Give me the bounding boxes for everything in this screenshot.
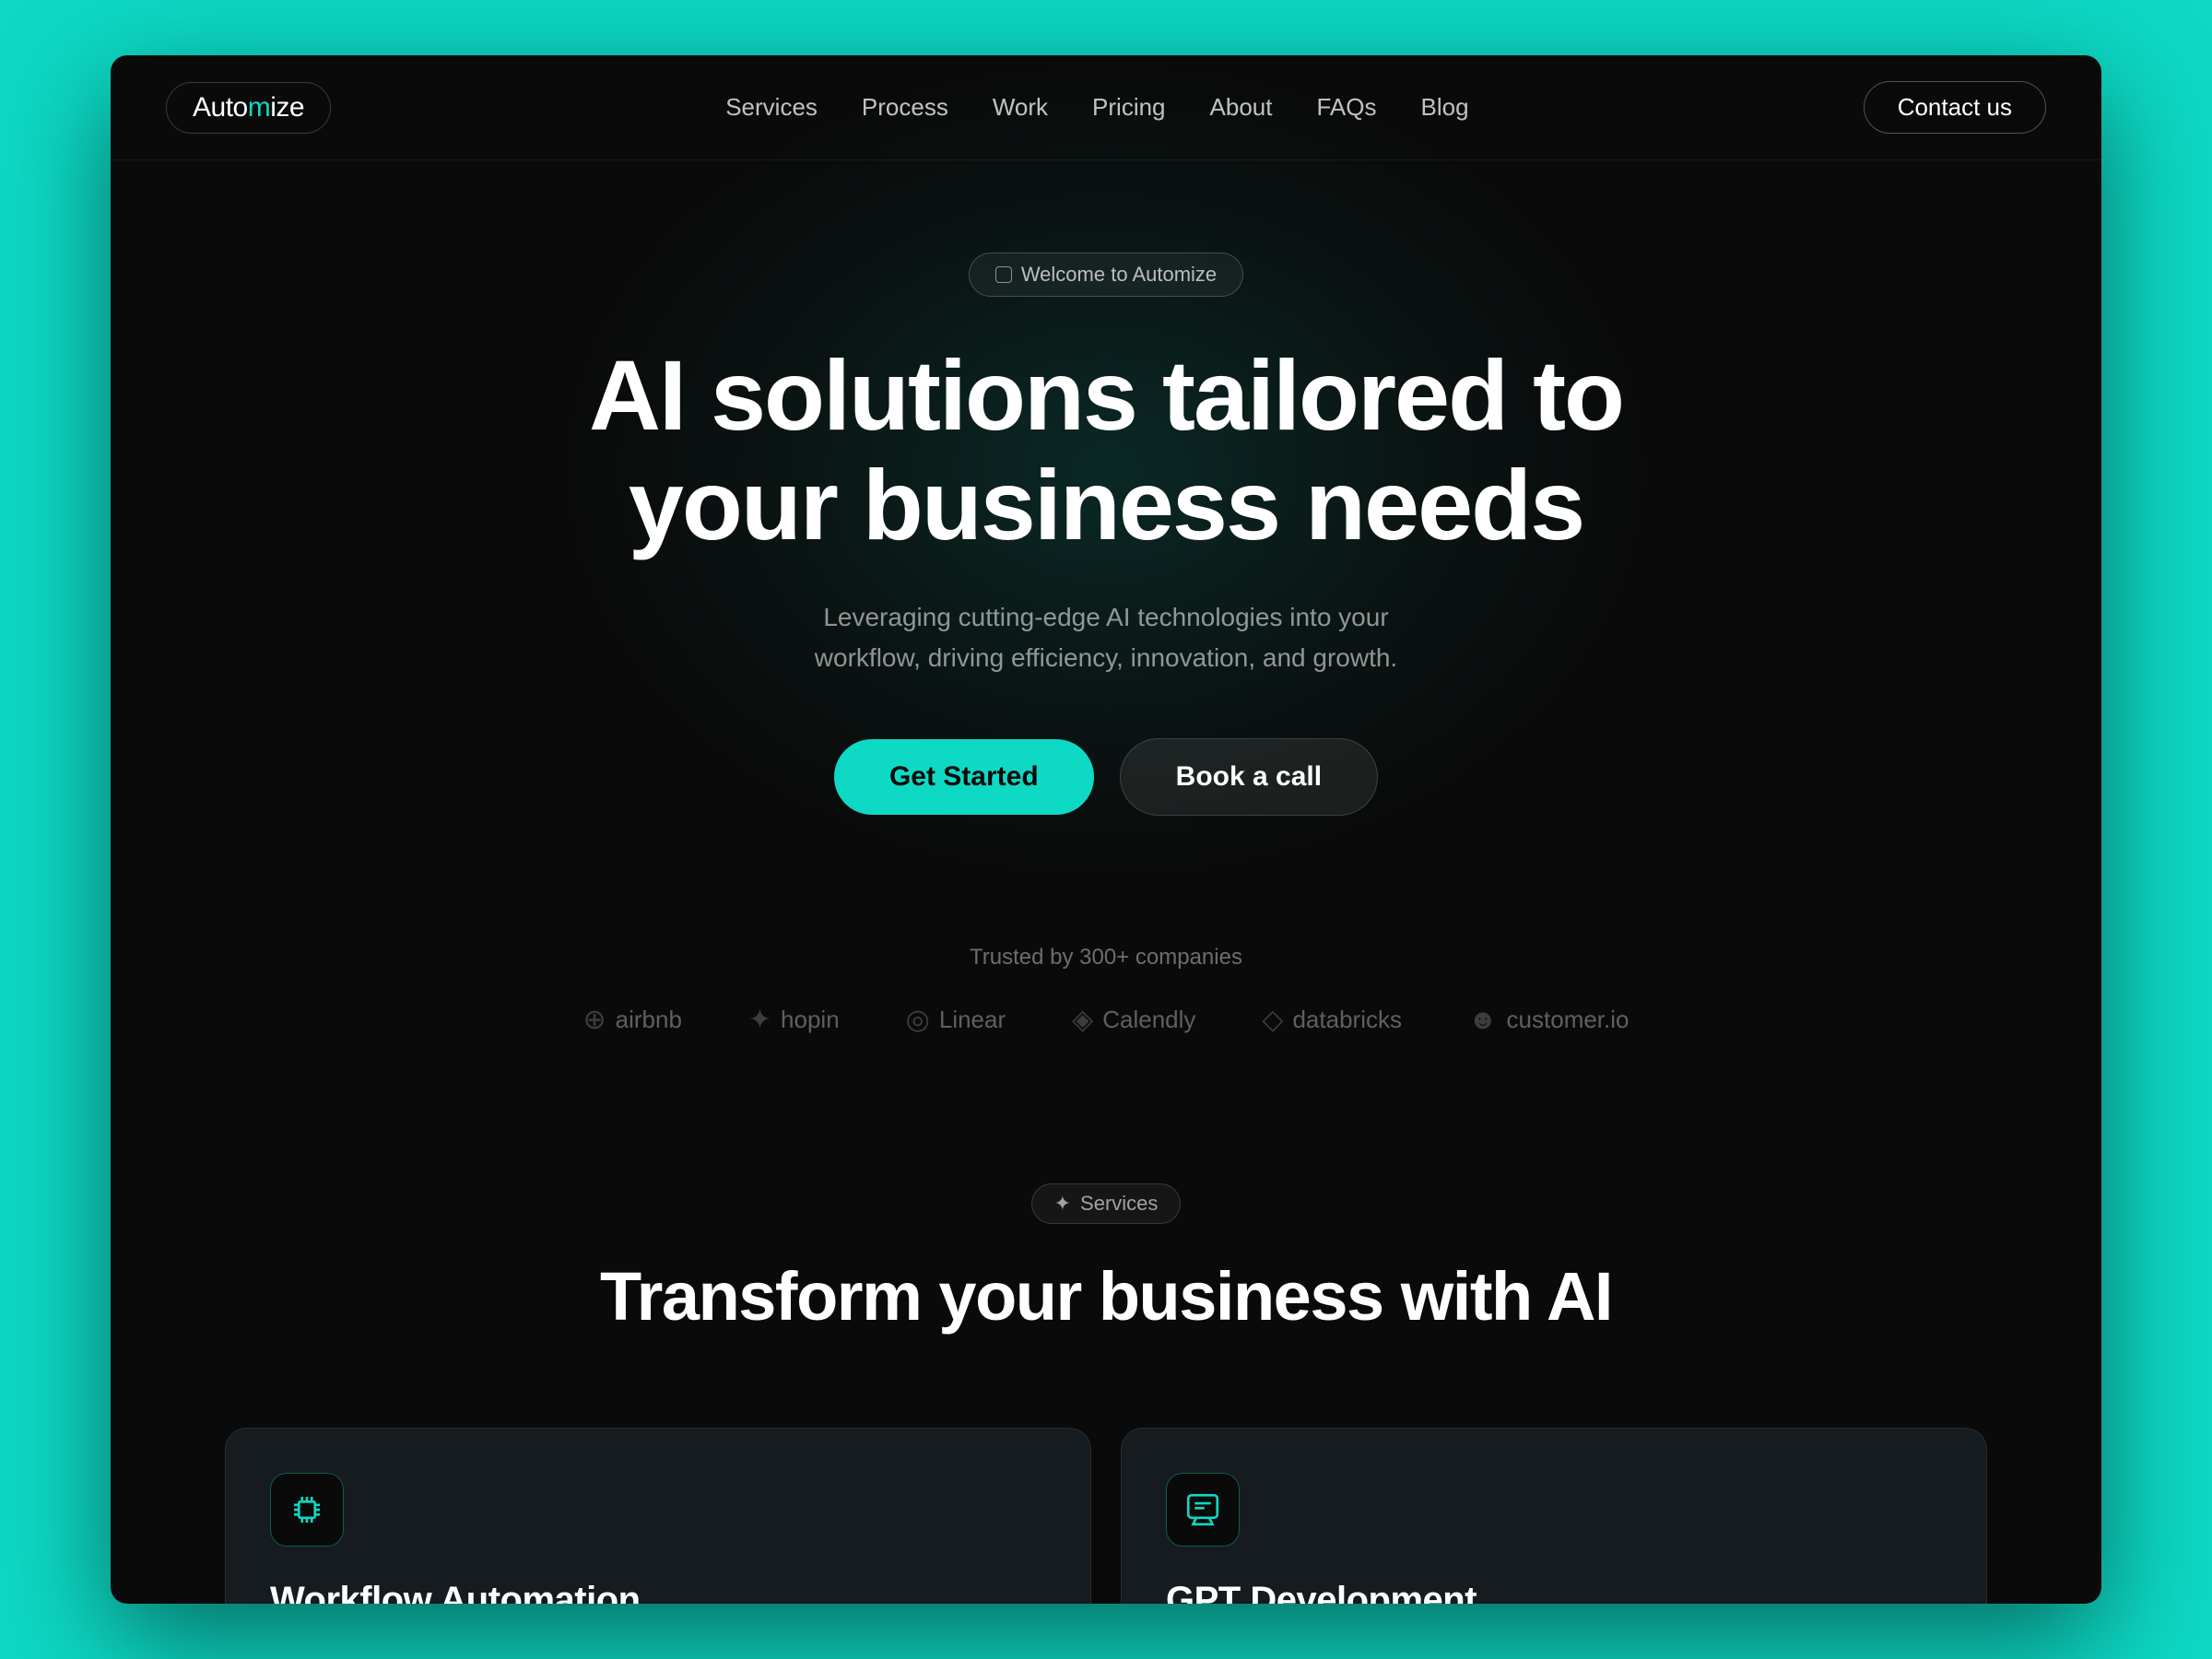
nav-link-blog[interactable]: Blog bbox=[1421, 93, 1469, 122]
nav-link-faqs[interactable]: FAQs bbox=[1316, 93, 1376, 122]
hero-title: AI solutions tailored to your business n… bbox=[553, 341, 1659, 560]
gpt-development-icon-container bbox=[1166, 1473, 1240, 1547]
chip-icon bbox=[288, 1490, 326, 1529]
badge-icon bbox=[995, 266, 1012, 283]
logo-airbnb: ⊕ airbnb bbox=[582, 1004, 681, 1036]
card-workflow-automation[interactable]: Workflow Automation bbox=[225, 1428, 1091, 1604]
browser-window: Automize Services Process Work Pricing A… bbox=[111, 55, 2101, 1604]
card-gpt-development[interactable]: GPT Development bbox=[1121, 1428, 1987, 1604]
customerio-icon: ☻ bbox=[1468, 1005, 1498, 1036]
badge-text: Welcome to Automize bbox=[1021, 263, 1217, 287]
airbnb-name: airbnb bbox=[616, 1006, 682, 1034]
databricks-name: databricks bbox=[1292, 1006, 1402, 1034]
chat-icon bbox=[1183, 1490, 1222, 1529]
welcome-badge: Welcome to Automize bbox=[969, 253, 1243, 297]
hero-subtitle: Leveraging cutting-edge AI technologies … bbox=[793, 597, 1419, 680]
nav-link-services[interactable]: Services bbox=[725, 93, 818, 122]
airbnb-icon: ⊕ bbox=[582, 1004, 606, 1036]
nav-link-pricing[interactable]: Pricing bbox=[1092, 93, 1165, 122]
workflow-automation-icon-container bbox=[270, 1473, 344, 1547]
nav-links: Services Process Work Pricing About FAQs… bbox=[725, 93, 1468, 122]
logo: Automize bbox=[193, 92, 304, 123]
hopin-icon: ✦ bbox=[748, 1004, 771, 1036]
trusted-section: Trusted by 300+ companies ⊕ airbnb ✦ hop… bbox=[111, 889, 2101, 1110]
nav-link-about[interactable]: About bbox=[1210, 93, 1273, 122]
logo-container[interactable]: Automize bbox=[166, 82, 331, 134]
nav-link-work[interactable]: Work bbox=[993, 93, 1048, 122]
hopin-name: hopin bbox=[781, 1006, 840, 1034]
linear-icon: ◎ bbox=[906, 1004, 930, 1036]
trusted-label: Trusted by 300+ companies bbox=[166, 945, 2046, 971]
logo-calendly: ◈ Calendly bbox=[1072, 1004, 1195, 1036]
services-badge: ✦ Services bbox=[1031, 1183, 1182, 1224]
hero-buttons: Get Started Book a call bbox=[166, 738, 2046, 816]
logo-linear: ◎ Linear bbox=[906, 1004, 1006, 1036]
nav-link-process[interactable]: Process bbox=[862, 93, 948, 122]
gpt-development-title: GPT Development bbox=[1166, 1580, 1942, 1604]
book-call-button[interactable]: Book a call bbox=[1120, 738, 1378, 816]
logo-customerio: ☻ customer.io bbox=[1468, 1005, 1630, 1036]
linear-name: Linear bbox=[939, 1006, 1006, 1034]
logo-hopin: ✦ hopin bbox=[748, 1004, 840, 1036]
hero-title-line2: your business needs bbox=[629, 449, 1583, 560]
company-logos: ⊕ airbnb ✦ hopin ◎ Linear ◈ Calendly ◇ d… bbox=[166, 1004, 2046, 1036]
service-cards: Workflow Automation GPT Development bbox=[111, 1428, 2101, 1604]
services-section: ✦ Services Transform your business with … bbox=[111, 1110, 2101, 1428]
customerio-name: customer.io bbox=[1507, 1006, 1630, 1034]
services-badge-text: Services bbox=[1080, 1192, 1158, 1216]
services-title: Transform your business with AI bbox=[166, 1257, 2046, 1335]
calendly-icon: ◈ bbox=[1072, 1004, 1093, 1036]
get-started-button[interactable]: Get Started bbox=[834, 739, 1094, 815]
logo-accent: m bbox=[248, 92, 271, 123]
contact-button[interactable]: Contact us bbox=[1864, 81, 2046, 134]
workflow-automation-title: Workflow Automation bbox=[270, 1580, 1046, 1604]
navbar: Automize Services Process Work Pricing A… bbox=[111, 55, 2101, 160]
logo-databricks: ◇ databricks bbox=[1262, 1004, 1402, 1036]
hero-title-line1: AI solutions tailored to bbox=[589, 339, 1623, 451]
hero-section: Welcome to Automize AI solutions tailore… bbox=[111, 160, 2101, 889]
databricks-icon: ◇ bbox=[1262, 1004, 1283, 1036]
services-badge-icon: ✦ bbox=[1054, 1192, 1071, 1216]
calendly-name: Calendly bbox=[1102, 1006, 1195, 1034]
